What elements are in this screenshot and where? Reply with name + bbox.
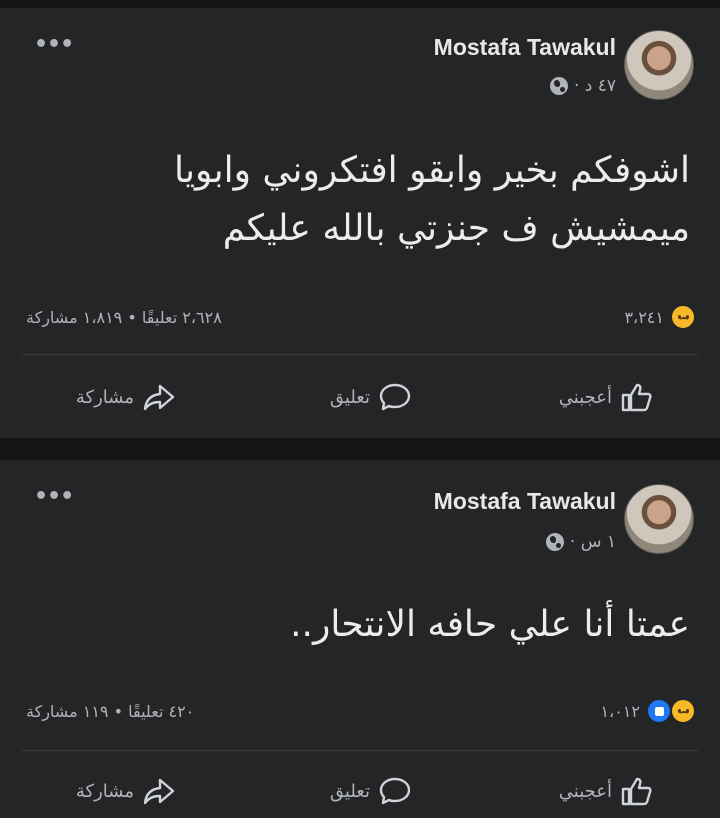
- post-text: عمتا أنا علي حافه الانتحار..: [290, 596, 690, 654]
- share-arrow-icon: [143, 778, 175, 805]
- globe-icon: [545, 533, 564, 551]
- post-time[interactable]: ٤٧ د ·: [574, 76, 616, 96]
- share-button[interactable]: مشاركة: [76, 382, 176, 412]
- post-card: ••• Mostafa Tawakul ١ س · عمتا أنا علي ح…: [0, 460, 720, 818]
- divider: [22, 750, 698, 751]
- reaction-count: ٣،٢٤١: [624, 307, 664, 327]
- avatar[interactable]: [624, 30, 694, 100]
- post-stats[interactable]: ٢،٦٢٨ تعليقًا • ١،٨١٩ مشاركة: [26, 308, 222, 327]
- divider: [22, 354, 698, 355]
- sad-reaction-icon: [670, 698, 696, 724]
- share-button[interactable]: مشاركة: [76, 776, 176, 806]
- thumbs-up-icon: [621, 777, 652, 806]
- like-button[interactable]: أعجبني: [559, 382, 654, 412]
- author-name[interactable]: Mostafa Tawakul: [434, 488, 616, 515]
- like-reaction-icon: [646, 698, 672, 724]
- more-dots-icon[interactable]: •••: [34, 484, 74, 509]
- post-text: اشوفكم بخير وابقو افتكروني وابويا ميمشيش…: [174, 142, 690, 258]
- post-text-line: ميمشيش ف جنزتي بالله عليكم: [222, 208, 690, 249]
- post-card: ••• Mostafa Tawakul ٤٧ د · اشوفكم بخير و…: [0, 8, 720, 438]
- post-stats[interactable]: ٤٢٠ تعليقًا • ١١٩ مشاركة: [26, 702, 194, 721]
- post-meta: ١ س ·: [545, 532, 616, 552]
- comment-bubble-icon: [379, 383, 411, 411]
- comment-label: تعليق: [329, 780, 370, 802]
- comment-button[interactable]: تعليق: [330, 776, 412, 806]
- globe-icon: [549, 77, 568, 95]
- post-meta: ٤٧ د ·: [549, 76, 616, 96]
- author-name[interactable]: Mostafa Tawakul: [434, 34, 616, 61]
- avatar[interactable]: [624, 484, 694, 554]
- like-button[interactable]: أعجبني: [559, 776, 654, 806]
- thumbs-up-icon: [621, 383, 652, 412]
- comment-button[interactable]: تعليق: [330, 382, 412, 412]
- share-label: مشاركة: [75, 386, 134, 408]
- sad-reaction-icon: [670, 304, 696, 330]
- comment-bubble-icon: [379, 777, 411, 805]
- more-dots-icon[interactable]: •••: [34, 32, 74, 57]
- share-arrow-icon: [143, 384, 175, 411]
- post-time[interactable]: ١ س ·: [570, 532, 616, 552]
- reactions-summary[interactable]: ١،٠١٢: [600, 698, 696, 724]
- post-text-line: اشوفكم بخير وابقو افتكروني وابويا: [173, 150, 690, 191]
- share-label: مشاركة: [75, 780, 134, 802]
- post-text-line: عمتا أنا علي حافه الانتحار..: [290, 604, 690, 645]
- like-label: أعجبني: [558, 780, 612, 802]
- like-label: أعجبني: [558, 386, 612, 408]
- comment-label: تعليق: [329, 386, 370, 408]
- reactions-summary[interactable]: ٣،٢٤١: [624, 304, 696, 330]
- reaction-count: ١،٠١٢: [600, 701, 640, 721]
